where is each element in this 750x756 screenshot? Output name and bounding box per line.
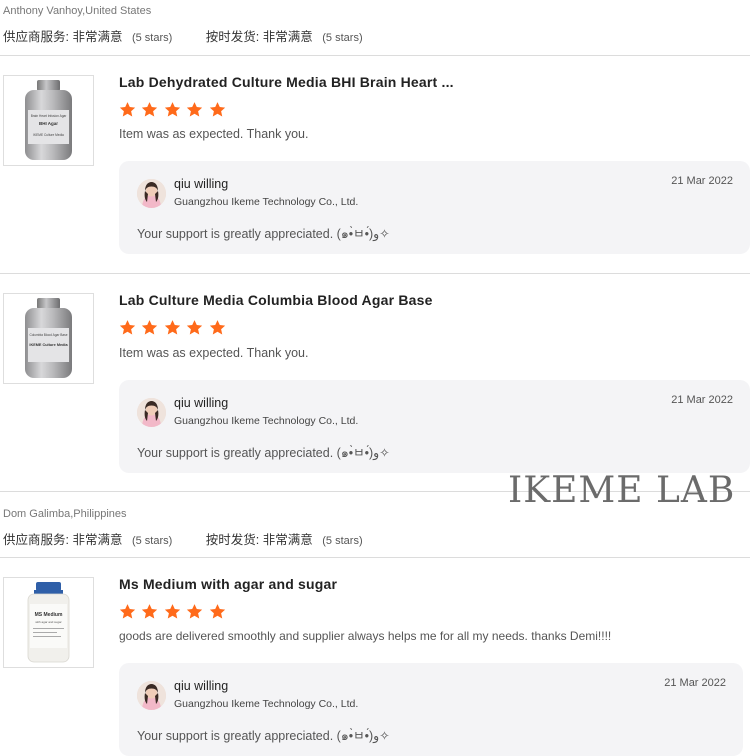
review-comment: Item was as expected. Thank you. bbox=[119, 127, 309, 141]
star-icon bbox=[209, 604, 225, 619]
reply-author: qiu willing bbox=[174, 679, 229, 693]
thumb-label-line: IKEME Culture Media bbox=[33, 133, 64, 137]
supplier-reply: qiu willing Guangzhou Ikeme Technology C… bbox=[119, 161, 750, 254]
rating-stars-text: (5 stars) bbox=[322, 32, 363, 44]
star-icon bbox=[209, 102, 225, 117]
reply-text: Your support is greatly appreciated. (๑•… bbox=[137, 227, 390, 241]
reply-company: Guangzhou Ikeme Technology Co., Ltd. bbox=[174, 196, 359, 208]
rating-label: 供应商服务: bbox=[3, 533, 69, 547]
product-thumbnail[interactable]: Brain Heart Infusion Agar BHI Agar IKEME… bbox=[3, 75, 94, 166]
star-icon bbox=[209, 320, 225, 335]
thumb-label-line: MS Medium bbox=[35, 612, 63, 618]
supplier-service-rating: 供应商服务: 非常满意 (5 stars) bbox=[3, 26, 172, 45]
divider bbox=[0, 273, 750, 274]
supplier-ratings: 供应商服务: 非常满意 (5 stars) 按时发货: 非常满意 (5 star… bbox=[3, 529, 393, 548]
star-rating bbox=[119, 101, 227, 118]
reply-text: Your support is greatly appreciated. (๑•… bbox=[137, 446, 390, 460]
on-time-delivery-rating: 按时发货: 非常满意 (5 stars) bbox=[206, 529, 363, 548]
star-icon bbox=[187, 102, 203, 117]
divider bbox=[0, 55, 750, 56]
star-icon bbox=[142, 604, 158, 619]
rating-stars-text: (5 stars) bbox=[131, 535, 173, 547]
rating-label: 按时发货: bbox=[205, 533, 260, 547]
reply-date: 21 Mar 2022 bbox=[671, 175, 733, 187]
avatar bbox=[137, 681, 166, 710]
reply-date: 21 Mar 2022 bbox=[664, 677, 726, 689]
thumb-label-line: Columbia Blood Agar Base bbox=[29, 333, 67, 337]
reviewer-name: Anthony Vanhoy,United States bbox=[3, 5, 152, 17]
supplier-service-rating: 供应商服务: 非常满意 (5 stars) bbox=[3, 529, 172, 548]
product-thumbnail[interactable]: MS Medium with agar and sugar bbox=[3, 577, 94, 668]
avatar bbox=[137, 398, 166, 427]
watermark-logo: IKEME LAB bbox=[508, 470, 736, 511]
supplier-ratings: 供应商服务: 非常满意 (5 stars) 按时发货: 非常满意 (5 star… bbox=[3, 26, 393, 45]
review-comment: goods are delivered smoothly and supplie… bbox=[119, 629, 612, 643]
rating-stars-text: (5 stars) bbox=[322, 535, 363, 547]
reply-text: Your support is greatly appreciated. (๑•… bbox=[137, 729, 390, 743]
star-icon bbox=[142, 320, 158, 335]
star-icon bbox=[164, 102, 181, 117]
supplier-reply: qiu willing Guangzhou Ikeme Technology C… bbox=[119, 663, 743, 756]
on-time-delivery-rating: 按时发货: 非常满意 (5 stars) bbox=[206, 26, 363, 45]
thumb-label-line: IKEME Culture Media bbox=[29, 343, 68, 347]
avatar bbox=[137, 179, 166, 208]
star-icon bbox=[142, 102, 158, 117]
reviewer-name: Dom Galimba,Philippines bbox=[3, 508, 127, 520]
star-icon bbox=[187, 604, 203, 619]
review-comment: Item was as expected. Thank you. bbox=[119, 346, 309, 360]
reply-date: 21 Mar 2022 bbox=[671, 394, 733, 406]
supplier-reply: qiu willing Guangzhou Ikeme Technology C… bbox=[119, 380, 750, 473]
star-icon bbox=[119, 604, 136, 619]
rating-value: 非常满意 bbox=[262, 30, 313, 44]
rating-label: 按时发货: bbox=[205, 30, 260, 44]
thumb-label-line: with agar and sugar bbox=[35, 620, 61, 624]
star-icon bbox=[119, 320, 136, 335]
rating-value: 非常满意 bbox=[72, 533, 123, 547]
star-icon bbox=[187, 320, 203, 335]
thumb-label-line: Brain Heart Infusion Agar bbox=[31, 114, 68, 118]
reply-company: Guangzhou Ikeme Technology Co., Ltd. bbox=[174, 698, 359, 710]
thumb-label-line: BHI Agar bbox=[39, 121, 58, 126]
product-title-link[interactable]: Lab Dehydrated Culture Media BHI Brain H… bbox=[119, 74, 454, 90]
reply-author: qiu willing bbox=[174, 177, 229, 191]
rating-value: 非常满意 bbox=[262, 533, 313, 547]
rating-stars-text: (5 stars) bbox=[131, 32, 173, 44]
star-rating bbox=[119, 603, 227, 620]
rating-value: 非常满意 bbox=[72, 30, 123, 44]
star-icon bbox=[164, 320, 181, 335]
divider bbox=[0, 557, 750, 558]
product-title-link[interactable]: Ms Medium with agar and sugar bbox=[119, 576, 337, 592]
star-icon bbox=[119, 102, 136, 117]
rating-label: 供应商服务: bbox=[3, 30, 69, 44]
product-title-link[interactable]: Lab Culture Media Columbia Blood Agar Ba… bbox=[119, 292, 433, 308]
product-thumbnail[interactable]: Columbia Blood Agar Base IKEME Culture M… bbox=[3, 293, 94, 384]
star-icon bbox=[164, 604, 181, 619]
reply-author: qiu willing bbox=[174, 396, 229, 410]
reply-company: Guangzhou Ikeme Technology Co., Ltd. bbox=[174, 415, 359, 427]
star-rating bbox=[119, 319, 227, 336]
